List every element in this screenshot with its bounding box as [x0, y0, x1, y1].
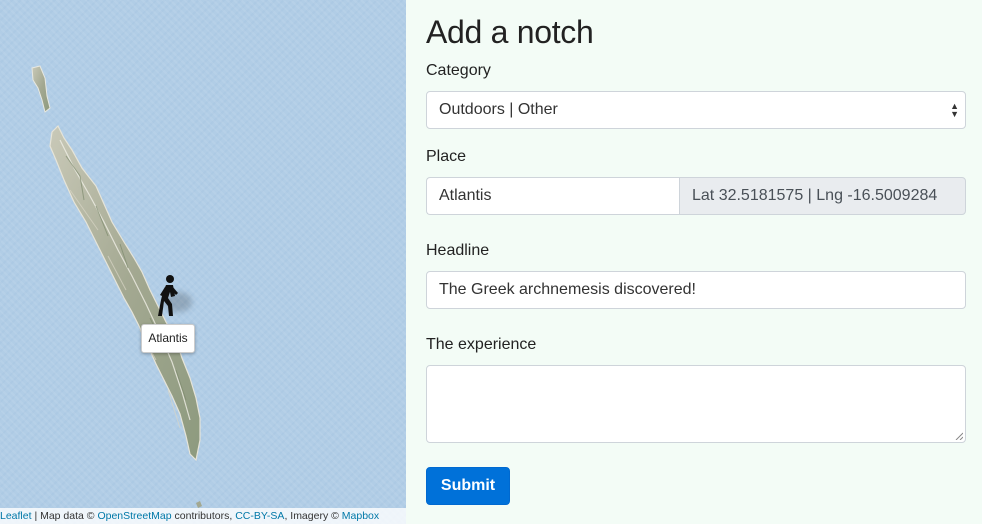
attribution-text-3: , Imagery ©: [284, 510, 342, 522]
select-arrows-icon: ▲ ▼: [950, 101, 959, 119]
attribution-text-2: contributors,: [171, 510, 236, 522]
page-title: Add a notch: [426, 14, 594, 50]
headline-input[interactable]: The Greek archnemesis discovered!: [426, 271, 966, 309]
category-selected-value: Outdoors | Other: [439, 101, 558, 118]
resize-handle-icon[interactable]: [955, 432, 963, 440]
openstreetmap-link[interactable]: OpenStreetMap: [97, 510, 171, 522]
coordinates-addon: Lat 32.5181575 | Lng -16.5009284: [679, 177, 966, 215]
attribution-text-1: | Map data ©: [31, 510, 98, 522]
mapbox-link[interactable]: Mapbox: [342, 510, 379, 522]
marker-tooltip: Atlantis: [141, 324, 195, 353]
notch-form: Add a notch Category Outdoors | Other ▲ ▼…: [406, 0, 982, 524]
license-link[interactable]: CC-BY-SA: [235, 510, 284, 522]
place-label: Place: [426, 148, 467, 165]
island-terrain: [31, 65, 202, 508]
place-input[interactable]: Atlantis: [426, 177, 679, 215]
map-attribution: Leaflet | Map data © OpenStreetMap contr…: [0, 508, 406, 524]
place-input-group: Atlantis Lat 32.5181575 | Lng -16.500928…: [426, 177, 966, 215]
hiker-icon[interactable]: [154, 274, 184, 318]
map-view[interactable]: Atlantis Leaflet | Map data © OpenStreet…: [0, 0, 406, 524]
experience-textarea[interactable]: [426, 365, 966, 443]
submit-button[interactable]: Submit: [426, 467, 510, 505]
headline-label: Headline: [426, 242, 490, 259]
experience-label: The experience: [426, 336, 537, 353]
leaflet-link[interactable]: Leaflet: [0, 510, 32, 522]
category-select[interactable]: Outdoors | Other ▲ ▼: [426, 91, 966, 129]
category-label: Category: [426, 62, 491, 79]
